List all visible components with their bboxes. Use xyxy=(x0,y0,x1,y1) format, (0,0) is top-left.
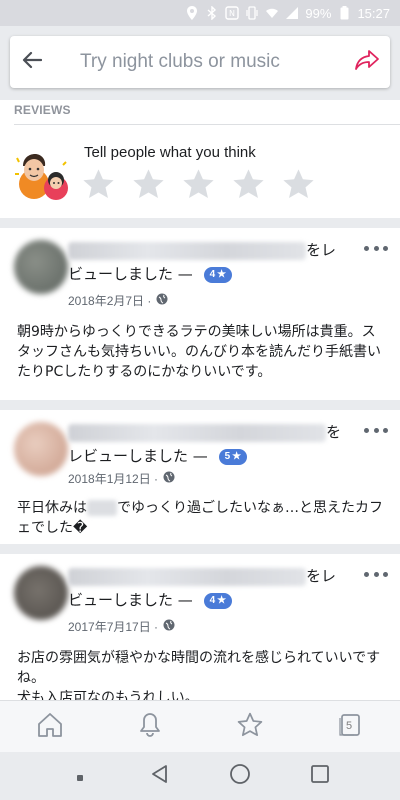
review-header: をレ ビューしました — 4 ★ xyxy=(68,238,364,286)
avatar xyxy=(10,144,74,208)
reviewer-name[interactable] xyxy=(68,241,306,260)
star-icon[interactable] xyxy=(182,168,215,201)
home-circle-icon xyxy=(229,763,251,789)
nav-back-button[interactable] xyxy=(140,756,180,796)
review-card: を レビューしました — 5 ★ 2018年1月12日 · 平日休みは でゆっくり過… xyxy=(0,410,400,544)
back-arrow-icon xyxy=(22,51,43,73)
tab-notifications[interactable] xyxy=(125,707,175,747)
review-body: 朝9時からゆっくりできるラテの美味しい場所は貴重。スタッフさんも気持ちいい。のん… xyxy=(17,324,381,380)
share-icon xyxy=(354,49,380,75)
review-meta: 2017年7月17日 · xyxy=(68,618,175,635)
star-icon[interactable] xyxy=(132,168,165,201)
back-triangle-icon xyxy=(150,764,170,788)
content-area[interactable]: REVIEWS Tell people what you think をレ ビュ… xyxy=(0,100,400,700)
review-body-text: 平日休みは xyxy=(17,500,87,516)
search-input[interactable]: Try night clubs or music xyxy=(54,51,344,73)
review-header-text: をレ xyxy=(306,241,337,259)
avatar[interactable] xyxy=(14,240,68,294)
review-meta: 2018年2月7日 · xyxy=(68,292,168,309)
vibrate-icon xyxy=(245,6,259,20)
globe-icon xyxy=(156,293,168,308)
rating-value: 4 xyxy=(209,268,216,280)
share-button[interactable] xyxy=(344,36,390,88)
review-header-text: をレ xyxy=(306,567,337,585)
more-options-button[interactable] xyxy=(364,424,388,436)
redacted-text xyxy=(87,500,117,516)
review-date[interactable]: 2018年2月7日 · xyxy=(68,292,151,309)
home-icon xyxy=(36,712,64,742)
review-header-text: ビューしました — xyxy=(68,265,193,283)
rating-badge: 4 ★ xyxy=(203,592,233,609)
tab-count: 5 xyxy=(346,719,353,732)
reviewer-name[interactable] xyxy=(68,567,306,586)
review-card: をレ ビューしました — 4 ★ 2018年2月7日 · 朝9時からゆっくりできる… xyxy=(0,228,400,400)
review-date[interactable]: 2018年1月12日 · xyxy=(68,470,158,487)
bluetooth-icon xyxy=(205,6,219,20)
location-icon xyxy=(185,6,199,20)
rating-value: 5 xyxy=(224,450,231,462)
globe-icon xyxy=(163,619,175,634)
back-button[interactable] xyxy=(10,36,54,88)
nav-recents-button[interactable] xyxy=(300,756,340,796)
avatar[interactable] xyxy=(14,566,68,620)
nav-home-button[interactable] xyxy=(220,756,260,796)
review-prompt: Tell people what you think xyxy=(84,144,256,161)
bottom-tab-bar: 5 xyxy=(0,700,400,752)
globe-icon xyxy=(163,471,175,486)
review-body: 平日休みは でゆっくり過ごしたいなぁ…と思えたカフェでした� xyxy=(17,498,384,538)
review-body: お店の雰囲気が穏やかな時間の流れを感じられていいですね。 犬も入店可なのもうれし… xyxy=(17,648,384,700)
star-icon[interactable] xyxy=(82,168,115,201)
divider xyxy=(14,124,400,125)
dot-icon xyxy=(76,767,84,786)
clock: 15:27 xyxy=(357,5,390,21)
header: Try night clubs or music xyxy=(0,26,400,100)
star-icon[interactable] xyxy=(282,168,315,201)
review-header: をレ ビューしました — 4 ★ xyxy=(68,564,364,612)
battery-percent: 99% xyxy=(305,5,332,21)
rating-badge: 5 ★ xyxy=(218,448,248,465)
nav-dot-button[interactable] xyxy=(60,756,100,796)
bell-icon xyxy=(138,712,162,742)
star-rating-input[interactable] xyxy=(82,168,315,201)
status-bar: N 99% 15:27 xyxy=(0,0,400,26)
more-options-button[interactable] xyxy=(364,568,388,580)
review-header-text: レビューしました — xyxy=(68,447,208,465)
more-options-button[interactable] xyxy=(364,242,388,254)
review-header-text: ビューしました — xyxy=(68,591,193,609)
review-header: を レビューしました — 5 ★ xyxy=(68,420,364,468)
wifi-icon xyxy=(265,6,279,20)
review-card: をレ ビューしました — 4 ★ 2017年7月17日 · お店の雰囲気が穏やかな… xyxy=(0,554,400,700)
section-title: REVIEWS xyxy=(14,103,71,117)
rating-badge: 4 ★ xyxy=(203,266,233,283)
review-body-text: 犬も入店可なのもうれしい。 xyxy=(17,690,199,700)
review-date[interactable]: 2017年7月17日 · xyxy=(68,618,158,635)
battery-icon xyxy=(337,6,351,20)
star-icon[interactable] xyxy=(232,168,265,201)
avatar[interactable] xyxy=(14,422,68,476)
tab-home[interactable] xyxy=(25,707,75,747)
search-bar[interactable]: Try night clubs or music xyxy=(10,36,390,88)
review-meta: 2018年1月12日 · xyxy=(68,470,175,487)
star-icon xyxy=(236,712,264,742)
recents-square-icon xyxy=(310,764,330,788)
signal-icon xyxy=(285,6,299,20)
rating-value: 4 xyxy=(209,594,216,606)
review-header-text: を xyxy=(326,423,342,441)
nfc-icon: N xyxy=(225,6,240,20)
star-icon: ★ xyxy=(217,594,227,606)
system-nav-bar xyxy=(0,752,400,800)
tab-favorites[interactable] xyxy=(225,707,275,747)
star-icon: ★ xyxy=(217,268,227,280)
review-body-text: お店の雰囲気が穏やかな時間の流れを感じられていいですね。 xyxy=(17,650,381,686)
star-icon: ★ xyxy=(232,450,242,462)
tab-switcher[interactable]: 5 xyxy=(325,707,375,747)
reviewer-name[interactable] xyxy=(68,423,326,442)
svg-text:N: N xyxy=(229,9,235,18)
write-review-card: REVIEWS Tell people what you think xyxy=(0,100,400,218)
